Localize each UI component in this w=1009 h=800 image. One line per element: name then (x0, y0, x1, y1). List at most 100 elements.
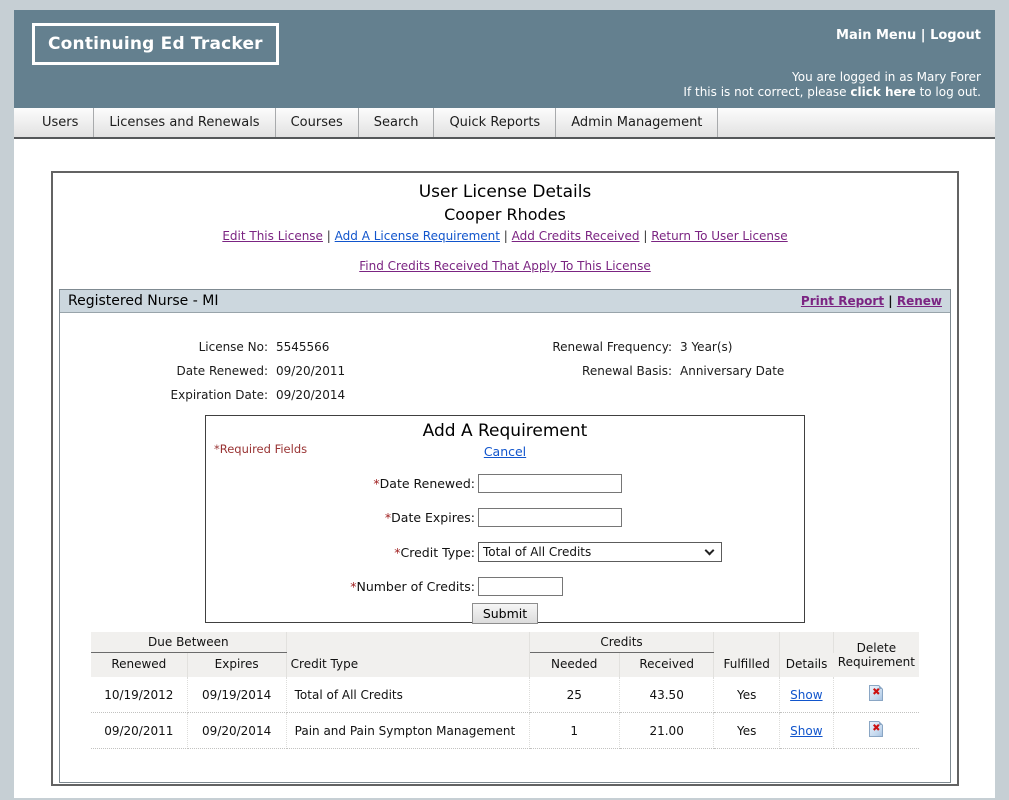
incorrect-prefix-text: If this is not correct, please (683, 85, 846, 99)
group-header-spacer (286, 632, 529, 653)
column-header-needed: Needed (529, 653, 619, 678)
main-content: User License Details Cooper Rhodes Edit … (14, 139, 995, 798)
column-header-fulfilled: Fulfilled (714, 653, 780, 678)
return-to-user-license-link[interactable]: Return To User License (651, 229, 788, 243)
date-renewed-field-row: *Date Renewed: (206, 474, 804, 493)
edit-this-license-link[interactable]: Edit This License (222, 229, 323, 243)
nav-tab-users[interactable]: Users (27, 108, 94, 137)
date-expires-field-row: *Date Expires: (206, 508, 804, 527)
delete-x-glyph: ✖ (870, 687, 882, 699)
cell-received: 21.00 (619, 713, 714, 749)
expiration-date-label: Expiration Date: (68, 388, 268, 402)
column-header-renewed: Renewed (91, 653, 187, 678)
group-header-spacer (714, 632, 780, 653)
main-menu-link[interactable]: Main Menu (836, 28, 916, 43)
cell-received: 43.50 (619, 677, 714, 713)
nav-tab-quick-reports[interactable]: Quick Reports (434, 108, 556, 137)
renew-link[interactable]: Renew (897, 294, 942, 308)
column-header-credit-type: Credit Type (286, 653, 529, 678)
app-header: Continuing Ed Tracker Main Menu | Logout… (14, 10, 995, 108)
cell-delete: ✖ (833, 677, 919, 713)
cell-needed: 25 (529, 677, 619, 713)
nav-tab-courses-label: Courses (291, 115, 343, 130)
renewal-basis-value: Anniversary Date (680, 364, 950, 378)
date-renewed-value: 09/20/2011 (276, 364, 464, 378)
number-of-credits-input[interactable] (478, 577, 563, 596)
column-header-details: Details (779, 653, 833, 678)
license-panel-title: Registered Nurse - MI (68, 293, 218, 309)
nav-tab-search[interactable]: Search (359, 108, 435, 137)
delete-requirement-icon[interactable]: ✖ (869, 721, 883, 737)
nav-tab-licenses-and-renewals[interactable]: Licenses and Renewals (94, 108, 275, 137)
form-credit-type-label: *Credit Type: (206, 545, 478, 560)
date-renewed-input[interactable] (478, 474, 622, 493)
cell-details: Show (779, 713, 833, 749)
nav-tab-courses[interactable]: Courses (276, 108, 359, 137)
add-license-requirement-link[interactable]: Add A License Requirement (335, 229, 500, 243)
cancel-link[interactable]: Cancel (484, 444, 526, 459)
header-links: Main Menu | Logout (836, 28, 981, 43)
logged-in-text: You are logged in as Mary Forer (683, 70, 981, 85)
cell-renewed: 09/20/2011 (91, 713, 187, 749)
action-link-separator: | (327, 229, 331, 243)
nav-tab-licenses-label: Licenses and Renewals (109, 115, 259, 130)
nav-bar: Users Licenses and Renewals Courses Sear… (14, 108, 995, 139)
table-group-header-row: Due Between Credits Delete Requirement (91, 632, 919, 653)
cell-expires: 09/20/2014 (187, 713, 286, 749)
form-date-renewed-label: *Date Renewed: (206, 476, 478, 491)
table-row: 10/19/2012 09/19/2014 Total of All Credi… (91, 677, 919, 713)
details-spacer (472, 388, 672, 402)
find-credits-row: Find Credits Received That Apply To This… (53, 259, 957, 273)
column-header-delete-requirement: Delete Requirement (833, 632, 919, 677)
delete-header-line2: Requirement (838, 655, 915, 669)
page-title: User License Details (53, 182, 957, 202)
show-details-link[interactable]: Show (790, 724, 822, 738)
header-link-separator: | (921, 28, 926, 43)
cell-credit-type: Total of All Credits (286, 677, 529, 713)
table-column-header-row: Renewed Expires Credit Type Needed Recei… (91, 653, 919, 678)
nav-tab-admin-management[interactable]: Admin Management (556, 108, 718, 137)
add-credits-received-link[interactable]: Add Credits Received (512, 229, 640, 243)
form-credit-type-label-text: Credit Type: (401, 545, 476, 560)
license-details: License No: 5545566 Renewal Frequency: 3… (60, 340, 950, 402)
chevron-down-icon (705, 546, 715, 556)
app-logo: Continuing Ed Tracker (32, 23, 279, 65)
incorrect-suffix-text: to log out. (920, 85, 981, 99)
group-header-due-between: Due Between (91, 632, 286, 653)
delete-requirement-icon[interactable]: ✖ (869, 685, 883, 701)
form-number-credits-label: *Number of Credits: (206, 579, 478, 594)
group-header-credits: Credits (529, 632, 714, 653)
form-date-expires-label: *Date Expires: (206, 510, 478, 525)
show-details-link[interactable]: Show (790, 688, 822, 702)
date-renewed-label: Date Renewed: (68, 364, 268, 378)
cell-details: Show (779, 677, 833, 713)
renewal-frequency-label: Renewal Frequency: (472, 340, 672, 354)
credit-type-select[interactable]: Total of All Credits (478, 542, 722, 562)
nav-tab-admin-label: Admin Management (571, 115, 702, 130)
find-credits-link[interactable]: Find Credits Received That Apply To This… (359, 259, 651, 273)
date-expires-input[interactable] (478, 508, 622, 527)
table-row: 09/20/2011 09/20/2014 Pain and Pain Symp… (91, 713, 919, 749)
form-date-renewed-label-text: Date Renewed: (380, 476, 475, 491)
cell-needed: 1 (529, 713, 619, 749)
form-date-expires-label-text: Date Expires: (391, 510, 475, 525)
license-no-value: 5545566 (276, 340, 464, 354)
requirements-table: Due Between Credits Delete Requirement (91, 632, 919, 749)
license-no-label: License No: (68, 340, 268, 354)
form-number-credits-label-text: Number of Credits: (356, 579, 475, 594)
page-wrapper: Continuing Ed Tracker Main Menu | Logout… (14, 10, 995, 798)
nav-tab-quick-reports-label: Quick Reports (449, 115, 540, 130)
credit-type-field-row: *Credit Type: Total of All Credits (206, 542, 804, 562)
cell-credit-type: Pain and Pain Sympton Management (286, 713, 529, 749)
cell-fulfilled: Yes (714, 713, 780, 749)
delete-header-line1: Delete (838, 641, 915, 655)
logout-link[interactable]: Logout (930, 28, 981, 43)
submit-button[interactable]: Submit (472, 603, 538, 624)
credit-type-selected-value: Total of All Credits (483, 545, 591, 559)
panel-link-separator: | (888, 294, 892, 308)
content-box: User License Details Cooper Rhodes Edit … (51, 171, 959, 786)
print-report-link[interactable]: Print Report (801, 294, 884, 308)
app-logo-text: Continuing Ed Tracker (48, 34, 263, 54)
action-link-separator: | (504, 229, 508, 243)
click-here-link[interactable]: click here (850, 85, 915, 99)
